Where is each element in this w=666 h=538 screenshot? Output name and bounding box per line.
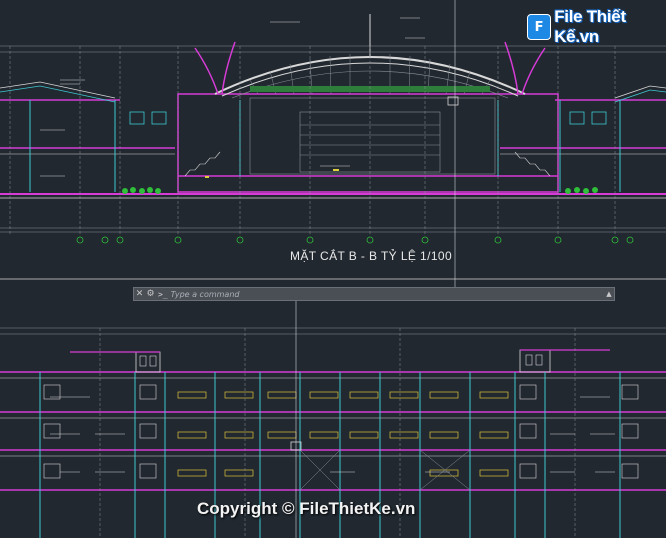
command-input[interactable]: [170, 289, 604, 299]
settings-icon[interactable]: ⚙: [145, 288, 156, 300]
copyright-watermark: Copyright © FileThietKe.vn: [197, 499, 416, 518]
close-icon[interactable]: ✕: [134, 288, 145, 300]
logo-text: File Thiết Kế.vn: [554, 7, 626, 46]
command-line-bar[interactable]: ✕ ⚙ >_ ▲: [133, 287, 615, 301]
section-title: MẶT CẮT B - B TỶ LỆ 1/100: [290, 249, 453, 263]
chevron-up-icon[interactable]: ▲: [604, 290, 614, 298]
filethietke-logo: F File Thiết Kế.vn: [527, 7, 666, 46]
cad-drawing-canvas[interactable]: [0, 0, 666, 538]
cad-viewport[interactable]: F File Thiết Kế.vn MẶT CẮT B - B TỶ LỆ 1…: [0, 0, 666, 538]
prompt-icon: >_: [158, 289, 168, 299]
logo-badge-icon: F: [527, 14, 552, 40]
